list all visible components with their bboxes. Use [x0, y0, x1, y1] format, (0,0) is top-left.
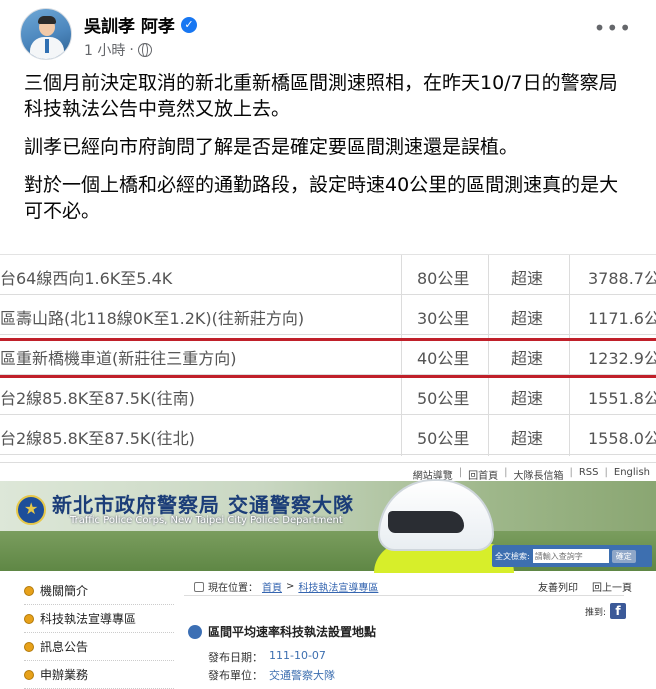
cell-speed: 80公里	[417, 269, 470, 288]
facebook-icon[interactable]: f	[610, 603, 626, 619]
breadcrumb-prefix: 現在位置：	[208, 583, 258, 594]
location-icon	[194, 581, 204, 592]
menu-item-about[interactable]: 機關簡介	[24, 577, 174, 605]
share-row: 推到: f	[585, 603, 626, 619]
breadcrumb-section[interactable]: 科技執法宣導專區	[298, 579, 378, 594]
cell-type: 超速	[511, 429, 544, 448]
back-button[interactable]: 回上一頁	[592, 579, 632, 594]
article-bullet-icon	[188, 624, 202, 639]
publish-date-label: 發布日期：	[208, 651, 263, 664]
top-link-mailbox[interactable]: 大隊長信箱	[513, 467, 563, 482]
cell-location: 台2線85.8K至87.5K(往北)	[0, 429, 195, 448]
site-banner: 新北市政府警察局 交通警察大隊 Traffic Police Corps, Ne…	[0, 479, 656, 573]
menu-label: 訊息公告	[40, 640, 89, 654]
menu-label: 申辦業務	[40, 668, 89, 682]
meta-separator: ·	[129, 42, 134, 58]
table-row: 台2線85.8K至87.5K(往北) 50公里 超速 1558.0公	[0, 415, 656, 455]
search-input[interactable]	[532, 549, 609, 563]
cell-location: 區壽山路(北118線0K至1.2K)(往新莊方向)	[0, 309, 305, 328]
search-button[interactable]: 確定	[611, 549, 636, 563]
globe-icon[interactable]	[137, 43, 152, 57]
article-title: 區間平均速率科技執法設置地點	[188, 623, 376, 640]
table-row-highlighted: 區重新橋機車道(新莊往三重方向) 40公里 超速 1232.9公	[0, 335, 656, 375]
cell-speed: 50公里	[417, 389, 470, 408]
cell-type: 超速	[511, 349, 544, 368]
table-row: 台2線85.8K至87.5K(往南) 50公里 超速 1551.8公	[0, 375, 656, 415]
author-line: 吳訓孝 阿孝 ✓	[84, 12, 197, 37]
share-label: 推到:	[584, 607, 606, 618]
article-title-text: 區間平均速率科技執法設置地點	[208, 625, 377, 639]
cell-value: 1232.9公	[588, 349, 656, 368]
author-name[interactable]: 吳訓孝 阿孝	[84, 12, 175, 37]
cell-location: 台2線85.8K至87.5K(往南)	[0, 389, 195, 408]
post-time[interactable]: 1 小時	[84, 40, 125, 60]
breadcrumb: 現在位置： 首頁 > 科技執法宣導專區	[194, 579, 378, 594]
bullet-icon	[24, 585, 34, 596]
cell-type: 超速	[511, 389, 544, 408]
police-badge-icon	[16, 495, 46, 525]
cell-value: 1171.6公	[588, 309, 656, 328]
print-button[interactable]: 友善列印	[538, 579, 578, 594]
top-link-rss[interactable]: RSS	[579, 467, 599, 482]
bullet-icon	[24, 641, 34, 652]
site-title: 新北市政府警察局 交通警察大隊	[52, 493, 354, 517]
cell-type: 超速	[511, 269, 544, 288]
post-header: 吳訓孝 阿孝 ✓ 1 小時 · •••	[0, 0, 656, 66]
speed-camera-table-image[interactable]: 台64線西向1.6K至5.4K 80公里 超速 3788.7公 區壽山路(北11…	[0, 254, 656, 456]
post-paragraph: 訓孝已經向市府詢問了解是否是確定要區間測速還是誤植。	[24, 136, 519, 158]
publish-date-row: 發布日期： 111-10-07	[208, 649, 326, 665]
bullet-icon	[24, 613, 34, 624]
search-label: 全文檢索:	[495, 551, 530, 561]
publish-unit-row: 發布單位： 交通警察大隊	[208, 667, 335, 683]
site-subtitle: Traffic Police Corps, New Taipei City Po…	[70, 515, 343, 526]
top-link-english[interactable]: English	[614, 467, 650, 482]
menu-item-tech-enforcement[interactable]: 科技執法宣導專區	[24, 605, 174, 633]
publish-unit-label: 發布單位：	[208, 669, 263, 682]
post-paragraph: 三個月前決定取消的新北重新橋區間測速照相，在昨天10/7日的警察局科技執法公告中…	[24, 72, 618, 120]
menu-item-announcements[interactable]: 訊息公告	[24, 633, 174, 661]
more-options-icon[interactable]: •••	[594, 18, 632, 38]
table-row: 台64線西向1.6K至5.4K 80公里 超速 3788.7公	[0, 255, 656, 295]
publish-date: 111-10-07	[269, 649, 326, 662]
top-link-home[interactable]: 回首頁	[468, 467, 498, 482]
cell-type: 超速	[511, 309, 544, 328]
site-left-menu: 機關簡介 科技執法宣導專區 訊息公告 申辦業務	[24, 577, 174, 689]
bullet-icon	[24, 669, 34, 680]
cell-speed: 30公里	[417, 309, 470, 328]
publish-unit: 交通警察大隊	[269, 669, 335, 682]
menu-label: 科技執法宣導專區	[40, 612, 137, 626]
cell-value: 1558.0公	[588, 429, 656, 448]
police-website-screenshot[interactable]: 網站導覽| 回首頁| 大隊長信箱| RSS| English 新北市政府警察局 …	[0, 462, 656, 689]
cell-location: 區重新橋機車道(新莊往三重方向)	[0, 349, 237, 368]
content-divider	[184, 595, 624, 596]
table-row: 區壽山路(北118線0K至1.2K)(往新莊方向) 30公里 超速 1171.6…	[0, 295, 656, 335]
officer-helmet	[378, 479, 494, 551]
menu-label: 機關簡介	[40, 584, 89, 598]
post-body: 三個月前決定取消的新北重新橋區間測速照相，在昨天10/7日的警察局科技執法公告中…	[24, 70, 636, 236]
cell-speed: 40公里	[417, 349, 470, 368]
verified-badge-icon: ✓	[180, 16, 197, 33]
post-paragraph: 對於一個上橋和必經的通勤路段，設定時速40公里的區間測速真的是大可不必。	[24, 174, 619, 222]
post-meta: 1 小時 ·	[84, 40, 152, 60]
site-search: 全文檢索: 確定	[492, 545, 652, 567]
menu-item-services[interactable]: 申辦業務	[24, 661, 174, 689]
page-tools: 友善列印 回上一頁	[538, 579, 632, 594]
cell-location: 台64線西向1.6K至5.4K	[0, 269, 173, 288]
author-avatar[interactable]	[20, 8, 72, 60]
cell-value: 3788.7公	[588, 269, 656, 288]
breadcrumb-home[interactable]: 首頁	[262, 579, 282, 594]
breadcrumb-separator: >	[286, 581, 295, 592]
cell-value: 1551.8公	[588, 389, 656, 408]
cell-speed: 50公里	[417, 429, 470, 448]
